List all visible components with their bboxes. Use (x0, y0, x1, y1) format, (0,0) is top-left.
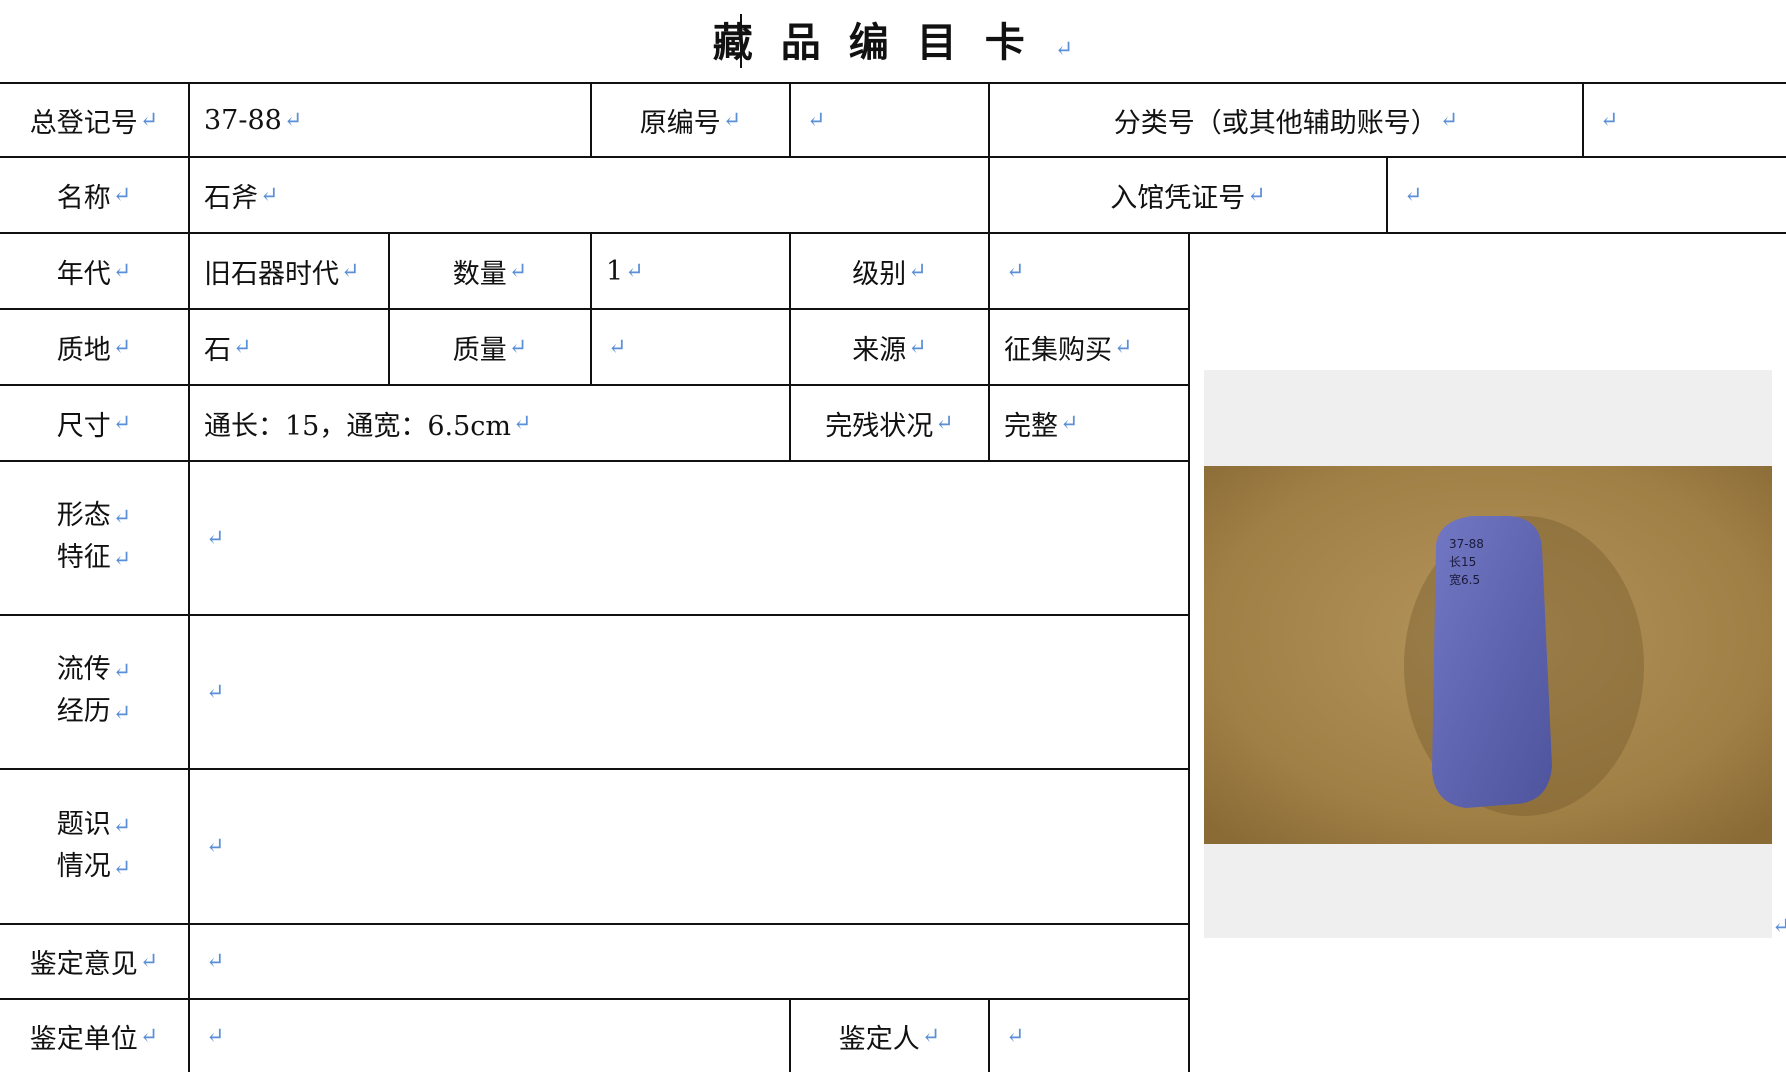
stone-tag-line: 37-88 (1449, 537, 1484, 551)
form-field[interactable]: ↵ (190, 462, 1188, 614)
source-field[interactable]: 征集购买 ↵ (990, 310, 1188, 384)
weight-label: 质量 ↵ (452, 334, 528, 366)
reg-no-field[interactable]: 37-88 ↵ (190, 84, 590, 156)
reg-no-label: 总登记号 ↵ (29, 107, 159, 139)
class-no-label: 分类号（或其他辅助账号） ↵ (1113, 107, 1459, 139)
opinion-field[interactable]: ↵ (190, 925, 1188, 998)
quantity-label: 数量 ↵ (452, 258, 528, 290)
history-field[interactable]: ↵ (190, 616, 1188, 768)
era-label: 年代 ↵ (56, 258, 132, 290)
unit-field[interactable]: ↵ (190, 1000, 789, 1072)
size-label: 尺寸 ↵ (56, 410, 132, 442)
quantity-field[interactable]: 1 ↵ (592, 234, 789, 308)
page-title: 藏品编目卡↵ (0, 8, 1786, 78)
name-field[interactable]: 石斧 ↵ (190, 158, 988, 232)
entry-no-field[interactable]: ↵ (1388, 158, 1786, 232)
stone-axe-photo: 37-88 长15 宽6.5 (1204, 466, 1772, 844)
entry-no-label: 入馆凭证号 ↵ (1110, 182, 1266, 214)
source-label: 来源 ↵ (852, 334, 927, 366)
era-field[interactable]: 旧石器时代 ↵ (190, 234, 388, 308)
return-mark-icon: ↵ (1054, 37, 1074, 62)
inscription-field[interactable]: ↵ (190, 770, 1188, 923)
photo-frame: 37-88 长15 宽6.5 (1204, 370, 1772, 938)
title-text: 藏品编目卡 (712, 19, 1053, 66)
size-field[interactable]: 通长：15，通宽：6.5cm ↵ (190, 386, 789, 460)
return-mark-icon: ↵ (1772, 914, 1786, 939)
appraiser-label: 鉴定人 ↵ (838, 1023, 941, 1055)
stone-tag-line: 长15 (1449, 555, 1476, 569)
text-cursor (740, 14, 742, 68)
unit-label: 鉴定单位 ↵ (29, 1023, 159, 1055)
condition-label: 完残状况 ↵ (825, 410, 954, 442)
material-label: 质地 ↵ (56, 334, 132, 366)
class-no-field[interactable]: ↵ (1584, 84, 1786, 156)
stone-tag-line: 宽6.5 (1449, 572, 1480, 587)
history-label: 流传↵ 经历↵ (56, 654, 132, 727)
name-label: 名称 ↵ (56, 182, 132, 214)
condition-field[interactable]: 完整 ↵ (990, 386, 1188, 460)
orig-no-label: 原编号 ↵ (639, 107, 742, 139)
orig-no-field[interactable]: ↵ (791, 84, 988, 156)
form-label: 形态↵ 特征↵ (56, 500, 132, 573)
inscription-label: 题识↵ 情况↵ (56, 808, 132, 882)
material-field[interactable]: 石 ↵ (190, 310, 388, 384)
appraiser-field[interactable]: ↵ (990, 1000, 1188, 1072)
grade-label: 级别 ↵ (852, 258, 927, 290)
opinion-label: 鉴定意见 ↵ (29, 949, 159, 980)
grade-field[interactable]: ↵ (990, 234, 1188, 308)
table-border (1188, 232, 1190, 1072)
weight-field[interactable]: ↵ (592, 310, 789, 384)
